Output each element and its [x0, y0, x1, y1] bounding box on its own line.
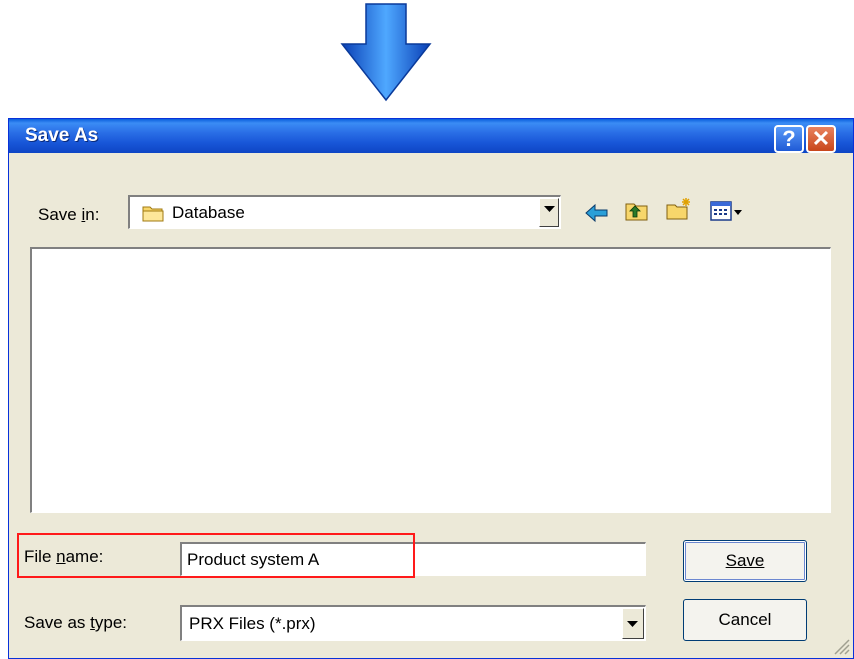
file-name-field[interactable]: Product system A [180, 542, 646, 576]
help-button[interactable]: ? [774, 125, 804, 153]
save-as-type-dropdown-button[interactable] [622, 608, 644, 639]
down-arrow-icon [340, 3, 432, 102]
save-as-type-combo[interactable]: PRX Files (*.prx) [180, 605, 646, 641]
file-name-label: File name: [24, 547, 104, 566]
view-menu-icon[interactable] [709, 199, 745, 223]
folder-icon [142, 206, 164, 222]
up-folder-icon[interactable] [623, 199, 651, 223]
save-as-type-label: Save as type: [24, 613, 128, 632]
save-in-value: Database [172, 203, 245, 222]
chevron-down-icon [627, 621, 638, 627]
cancel-button-label: Cancel [718, 610, 772, 629]
cancel-button[interactable]: Cancel [683, 599, 807, 641]
help-icon: ? [782, 126, 796, 151]
save-as-type-value: PRX Files (*.prx) [189, 614, 316, 633]
dialog-title: Save As [25, 125, 99, 146]
back-arrow-icon[interactable] [583, 201, 611, 225]
save-in-combo[interactable]: Database [128, 195, 561, 229]
save-button[interactable]: Save [683, 540, 807, 582]
title-bar[interactable]: Save As ? ✕ [9, 119, 853, 153]
close-button[interactable]: ✕ [806, 125, 836, 153]
file-list[interactable] [30, 247, 831, 513]
file-name-value: Product system A [187, 550, 320, 569]
save-in-label: Save in: [38, 205, 100, 224]
resize-grip-icon[interactable] [831, 636, 851, 656]
save-in-dropdown-button[interactable] [539, 198, 559, 227]
new-folder-icon[interactable] [665, 197, 693, 221]
chevron-down-icon [544, 206, 555, 212]
close-icon: ✕ [811, 126, 831, 151]
save-as-dialog: Save As ? ✕ Save in: Database File name:… [8, 118, 854, 659]
save-button-label: Save [725, 551, 765, 570]
